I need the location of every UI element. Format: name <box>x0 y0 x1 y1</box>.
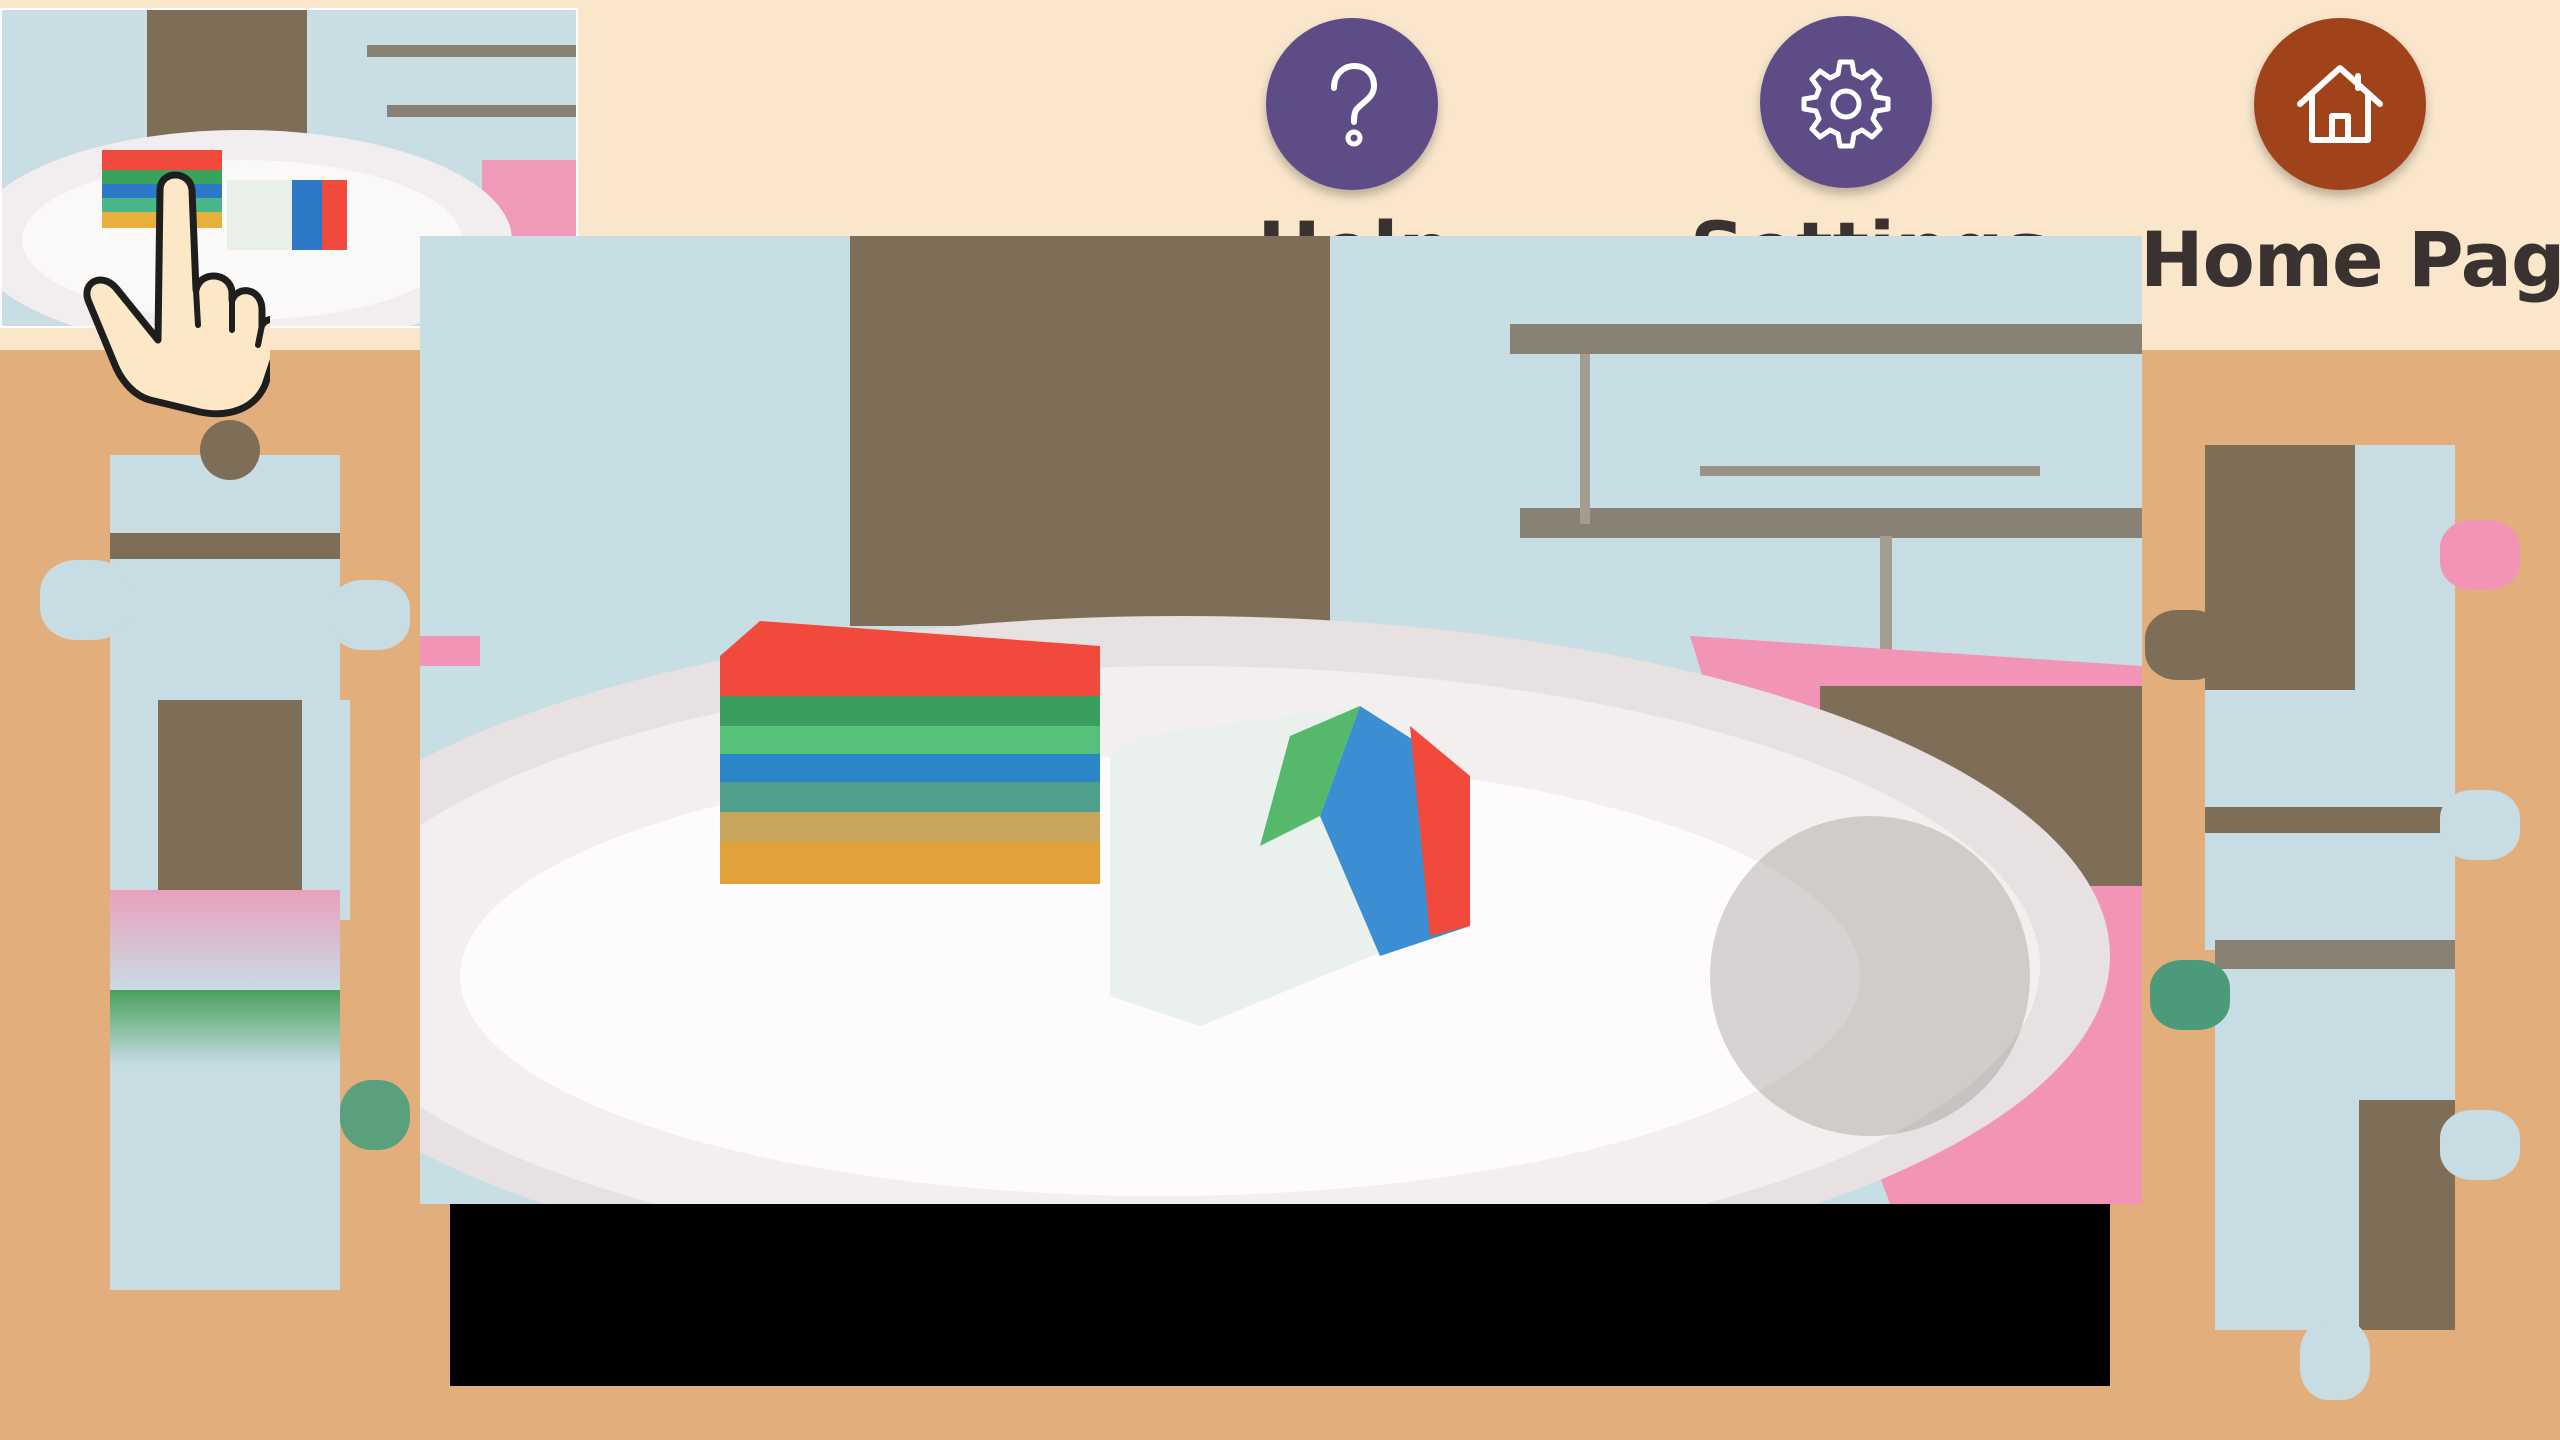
puzzle-photo <box>420 236 2142 1204</box>
puzzle-piece[interactable] <box>340 1080 410 1150</box>
settings-button[interactable] <box>1760 16 1932 188</box>
home-page-label[interactable]: Home Page <box>2140 215 2560 304</box>
puzzle-piece[interactable] <box>110 700 350 920</box>
home-button[interactable] <box>2254 18 2426 190</box>
puzzle-piece[interactable] <box>2440 790 2520 860</box>
puzzle-piece[interactable] <box>330 580 410 650</box>
pointing-hand-icon <box>83 171 270 418</box>
question-mark-icon <box>1331 62 1378 147</box>
house-icon <box>2297 65 2383 143</box>
puzzle-piece[interactable] <box>2300 1320 2370 1400</box>
help-button[interactable] <box>1266 18 1438 190</box>
puzzle-piece[interactable] <box>2215 1100 2455 1330</box>
puzzle-piece[interactable] <box>2205 445 2455 695</box>
puzzle-piece[interactable] <box>110 890 340 990</box>
puzzle-piece[interactable] <box>200 420 260 480</box>
puzzle-piece[interactable] <box>2145 610 2225 680</box>
puzzle-piece[interactable] <box>110 455 340 715</box>
video-letterbox <box>450 1204 2110 1386</box>
puzzle-piece[interactable] <box>2205 690 2455 950</box>
puzzle-piece[interactable] <box>110 990 340 1290</box>
puzzle-piece[interactable] <box>2440 1110 2520 1180</box>
gear-icon <box>1801 59 1891 149</box>
puzzle-image[interactable] <box>420 236 2142 1204</box>
puzzle-piece[interactable] <box>40 560 130 640</box>
puzzle-piece[interactable] <box>2215 940 2455 1100</box>
puzzle-piece[interactable] <box>2440 520 2520 590</box>
puzzle-piece[interactable] <box>2150 960 2230 1030</box>
